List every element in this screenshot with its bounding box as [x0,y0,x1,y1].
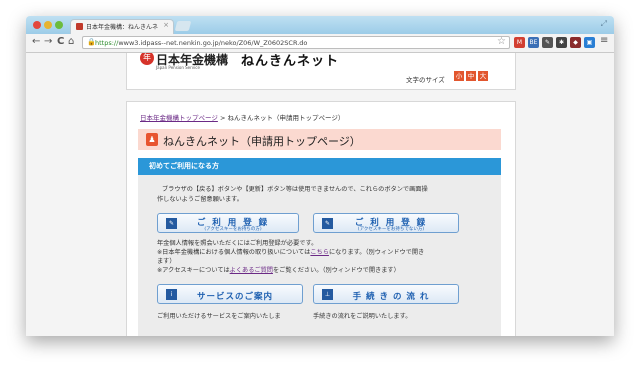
register-with-key-button[interactable]: ✎ ご 利 用 登 録 (アクセスキーをお持ちの方) [157,213,299,233]
new-tab-button[interactable] [174,21,192,31]
access-key-note: ※アクセスキーについてはよくあるご質問をご覧ください。（別ウィンドウで開きます） [157,266,400,276]
jps-logo-icon: 年 [140,53,154,65]
extension-icon-2[interactable]: BE [528,37,539,48]
register-without-key-button[interactable]: ✎ ご 利 用 登 録 (アクセスキーをお持ちでない方) [313,213,459,233]
procedure-flow-button[interactable]: ⊥ 手 続 き の 流 れ [313,284,459,304]
favicon-icon [76,23,83,30]
main-card: 日本年金機構トップページ > ねんきんネット（申請用トップページ） ♟ ねんきん… [126,101,516,336]
url-host-path: www3.idpass--net.nenkin.go.jp/neko/Z06/W… [118,39,308,47]
fullscreen-icon[interactable]: ⤢ [601,19,607,29]
service-info-description: ご利用いただけるサービスをご案内いたしま [157,313,281,320]
breadcrumb-home-link[interactable]: 日本年金機構トップページ [140,114,218,122]
gmail-icon[interactable]: M [514,37,525,48]
tab-close-icon[interactable]: × [163,21,169,29]
menu-icon[interactable]: ≡ [600,35,608,46]
page-content: 年 日本年金機構 Japan Pension Service ねんきんネット 文… [26,53,614,336]
site-header: 年 日本年金機構 Japan Pension Service ねんきんネット 文… [126,53,516,90]
url-text: https://www3.idpass--net.nenkin.go.jp/ne… [95,39,307,47]
font-size-label: 文字のサイズ [406,76,445,84]
tab-strip: 日本年金機構：ねんきんネ × ⤢ [26,16,614,34]
browser-warning-line-2: 作しないようご留意願います。 [157,196,243,203]
register-with-key-sub: (アクセスキーをお持ちの方) [204,227,262,232]
font-size-small-button[interactable]: 小 [454,71,464,81]
extension-icon-4[interactable]: ✱ [556,37,567,48]
reload-icon[interactable]: C [57,36,64,47]
minimize-window-button[interactable] [44,21,52,29]
service-info-label: サービスのご案内 [196,292,273,302]
address-bar[interactable]: 🔒 https://www3.idpass--net.nenkin.go.jp/… [82,36,510,49]
bookmark-star-icon[interactable]: ☆ [497,36,506,47]
privacy-policy-link[interactable]: こちら [310,249,329,256]
privacy-note-text-a: ※日本年金機構における個人情報の取り扱いについては [157,249,311,256]
privacy-note-text-b: になります。（別ウィンドウで開き [328,249,425,256]
page-title-band: ♟ ねんきんネット（申請用トップページ） [138,129,501,150]
extension-icon-6[interactable]: ▣ [584,37,595,48]
logo-subtitle: Japan Pension Service [156,65,200,70]
browser-toolbar: ← → C ⌂ 🔒 https://www3.idpass--net.nenki… [26,34,614,53]
access-key-note-text-a: ※アクセスキーについては [157,267,230,274]
url-secure-scheme: https:// [95,39,119,47]
extension-icon-3[interactable]: ✎ [542,37,553,48]
tab-title: 日本年金機構：ねんきんネ [86,24,159,31]
privacy-note: ※日本年金機構における個人情報の取り扱いについてはこちらになります。（別ウィンド… [157,248,424,258]
font-size-large-button[interactable]: 大 [478,71,488,81]
font-size-medium-button[interactable]: 中 [466,71,476,81]
procedure-flow-label: 手 続 き の 流 れ [352,292,430,302]
breadcrumb-separator: > [219,114,226,122]
person-icon: ♟ [146,133,158,146]
faq-link[interactable]: よくあるご質問 [230,267,273,274]
access-key-note-text-b: をご覧ください。（別ウィンドウで開きます） [272,267,400,274]
site-name: ねんきんネット [241,54,340,69]
section-body: ブラウザの【戻る】ボタンや【更新】ボタン等は使用できませんので、これらのボタンで… [138,175,501,336]
extension-icon-5[interactable]: ◆ [570,37,581,48]
zoom-window-button[interactable] [55,21,63,29]
page-title: ねんきんネット（申請用トップページ） [163,135,361,148]
browser-tab[interactable]: 日本年金機構：ねんきんネ × [70,19,174,34]
browser-window: 日本年金機構：ねんきんネ × ⤢ ← → C ⌂ 🔒 https://www3.… [26,16,614,336]
back-icon[interactable]: ← [32,36,40,47]
register-without-key-sub: (アクセスキーをお持ちでない方) [357,227,425,232]
browser-warning-line-1: ブラウザの【戻る】ボタンや【更新】ボタン等は使用できませんので、これらのボタンで… [162,186,428,193]
close-window-button[interactable] [33,21,41,29]
section-header: 初めてご利用になる方 [138,158,501,175]
breadcrumb: 日本年金機構トップページ > ねんきんネット（申請用トップページ） [140,112,344,122]
service-info-button[interactable]: i サービスのご案内 [157,284,303,304]
section-title: 初めてご利用になる方 [149,162,219,170]
home-icon[interactable]: ⌂ [68,36,74,47]
breadcrumb-current: ねんきんネット（申請用トップページ） [227,114,345,122]
procedure-flow-description: 手続きの流れをご説明いたします。 [313,313,412,320]
forward-icon[interactable]: → [44,36,52,47]
